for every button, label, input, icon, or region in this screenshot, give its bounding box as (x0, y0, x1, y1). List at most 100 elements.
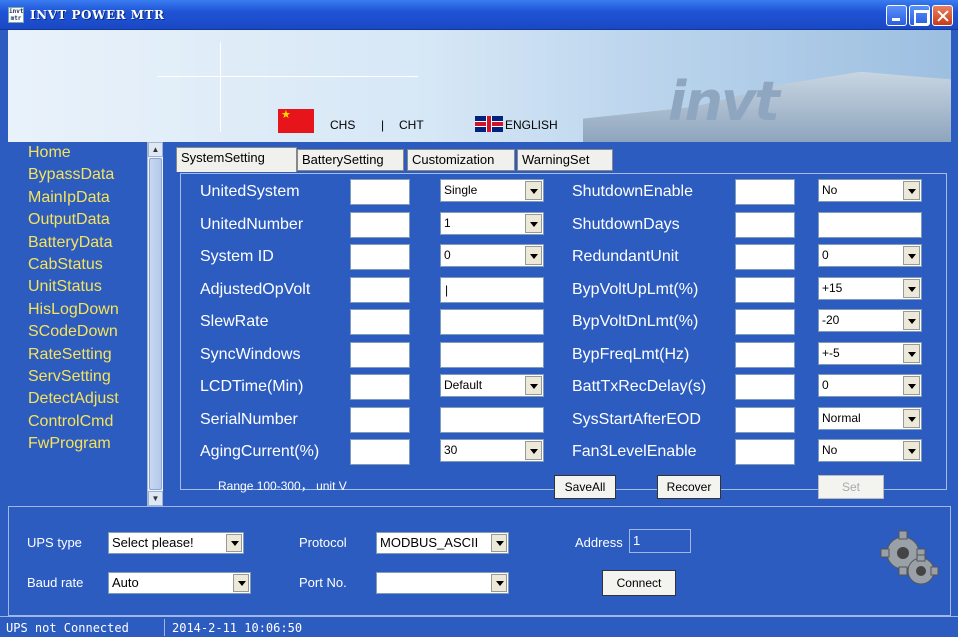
tab-customization[interactable]: Customization (407, 149, 515, 171)
sidebar-item-batterydata[interactable]: BatteryData (8, 232, 165, 254)
right-field-label: BypVoltUpLmt(%) (572, 280, 699, 298)
scroll-up-icon[interactable]: ▲ (148, 142, 163, 157)
chevron-down-icon (903, 246, 920, 265)
sidebar-item-mainipdata[interactable]: MainIpData (8, 187, 165, 209)
right-setting-select[interactable]: 0 (818, 374, 922, 397)
connect-button[interactable]: Connect (602, 570, 676, 596)
left-setting-input[interactable] (440, 341, 544, 368)
scrollbar-thumb[interactable] (149, 158, 162, 490)
left-field-label: SerialNumber (200, 410, 298, 428)
right-setting-select[interactable]: -20 (818, 309, 922, 332)
select-value: 1 (444, 215, 451, 230)
sidebar-menu: Home BypassData MainIpData OutputData Ba… (8, 142, 165, 506)
protocol-select[interactable]: MODBUS_ASCII (376, 532, 509, 554)
right-setting-select[interactable]: No (818, 179, 922, 202)
ups-type-select[interactable]: Select please! (108, 532, 244, 554)
scroll-down-icon[interactable]: ▼ (148, 491, 163, 506)
sidebar-item-unitstatus[interactable]: UnitStatus (8, 276, 165, 298)
recover-button[interactable]: Recover (657, 475, 721, 499)
status-separator (164, 619, 165, 636)
baud-rate-label: Baud rate (27, 575, 84, 590)
minimize-button[interactable] (886, 5, 907, 26)
right-setting-select[interactable]: +-5 (818, 341, 922, 365)
baud-rate-select[interactable]: Auto (108, 572, 251, 594)
chevron-down-icon (903, 278, 920, 298)
sidebar-item-hislogdown[interactable]: HisLogDown (8, 299, 165, 321)
select-value: Single (444, 183, 478, 197)
right-setting-select[interactable]: 0 (818, 244, 922, 267)
gear-icon (880, 530, 939, 585)
sidebar-item-controlcmd[interactable]: ControlCmd (8, 411, 165, 433)
left-readback-field (350, 341, 410, 368)
chevron-down-icon (903, 181, 920, 200)
select-value: +15 (822, 280, 843, 295)
right-field-label: Fan3LevelEnable (572, 443, 697, 460)
left-field-label: UnitedNumber (200, 215, 304, 233)
right-readback-field (735, 374, 795, 400)
sidebar-scrollbar[interactable]: ▲ ▼ (147, 142, 163, 506)
tab-systemsetting[interactable]: SystemSetting (176, 147, 297, 172)
left-setting-select[interactable]: 0 (440, 244, 544, 267)
chevron-down-icon (903, 408, 920, 428)
connection-panel: UPS type Select please! Baud rate Auto P… (8, 506, 951, 616)
sidebar-item-home[interactable]: Home (8, 142, 165, 164)
address-input[interactable]: 1 (629, 529, 691, 553)
app-icon: invt mtr (8, 7, 24, 23)
select-value: Normal (822, 410, 861, 425)
select-value: 0 (822, 248, 829, 262)
lang-english-link[interactable]: ENGLISH (505, 118, 558, 132)
banner-line-vertical (220, 42, 221, 132)
right-readback-field (735, 211, 795, 238)
left-readback-field (350, 309, 410, 335)
sidebar-item-outputdata[interactable]: OutputData (8, 209, 165, 231)
right-readback-field (735, 406, 795, 433)
right-setting-input[interactable] (818, 211, 922, 238)
left-field-label: UnitedSystem (200, 183, 300, 200)
sidebar-item-cabstatus[interactable]: CabStatus (8, 254, 165, 276)
left-setting-select[interactable]: 1 (440, 211, 544, 235)
sidebar-item-bypassdata[interactable]: BypassData (8, 164, 165, 186)
lang-separator: | (381, 118, 385, 132)
protocol-value: MODBUS_ASCII (380, 535, 479, 550)
maximize-button[interactable] (909, 5, 930, 26)
uk-flag-icon[interactable] (475, 116, 503, 132)
sidebar-item-detectadjust[interactable]: DetectAdjust (8, 388, 165, 410)
set-button[interactable]: Set (818, 475, 884, 499)
save-all-button[interactable]: SaveAll (554, 475, 616, 499)
left-setting-input[interactable] (440, 309, 544, 335)
ups-type-label: UPS type (27, 535, 82, 550)
lang-chs-link[interactable]: CHS (330, 118, 355, 132)
range-hint: Range 100-300， unit V (218, 479, 347, 493)
lang-cht-link[interactable]: CHT (399, 118, 424, 132)
right-readback-field (735, 276, 795, 303)
left-setting-input[interactable]: | (440, 276, 544, 303)
left-setting-select[interactable]: Default (440, 374, 544, 397)
left-field-label: System ID (200, 248, 274, 265)
left-setting-input[interactable] (440, 406, 544, 433)
sidebar-item-ratesetting[interactable]: RateSetting (8, 344, 165, 366)
window-title: INVT POWER MTR (30, 8, 165, 22)
right-setting-select[interactable]: +15 (818, 276, 922, 300)
tab-warningset[interactable]: WarningSet (517, 149, 613, 171)
right-readback-field (735, 244, 795, 270)
china-flag-icon[interactable] (278, 108, 314, 133)
chevron-down-icon (525, 376, 542, 395)
close-button[interactable] (932, 5, 953, 26)
right-field-label: ShutdownDays (572, 215, 680, 233)
sidebar-item-servsetting[interactable]: ServSetting (8, 366, 165, 388)
left-setting-select[interactable]: 30 (440, 439, 544, 462)
left-readback-field (350, 406, 410, 433)
chevron-down-icon (525, 213, 542, 233)
chevron-down-icon (525, 181, 542, 200)
left-field-label: AdjustedOpVolt (200, 280, 311, 298)
tab-batterysetting[interactable]: BatterySetting (297, 149, 404, 171)
status-bar: UPS not Connected 2014-2-11 10:06:50 (0, 616, 958, 637)
chevron-down-icon (903, 343, 920, 363)
sidebar-item-scodedown[interactable]: SCodeDown (8, 321, 165, 343)
app-window: invtmtr INVT POWER MTR invt CHS | CHT EN… (0, 0, 958, 637)
left-setting-select[interactable]: Single (440, 179, 544, 202)
right-setting-select[interactable]: Normal (818, 406, 922, 430)
sidebar-item-fwprogram[interactable]: FwProgram (8, 433, 165, 455)
port-select[interactable] (376, 572, 509, 594)
right-setting-select[interactable]: No (818, 439, 922, 462)
